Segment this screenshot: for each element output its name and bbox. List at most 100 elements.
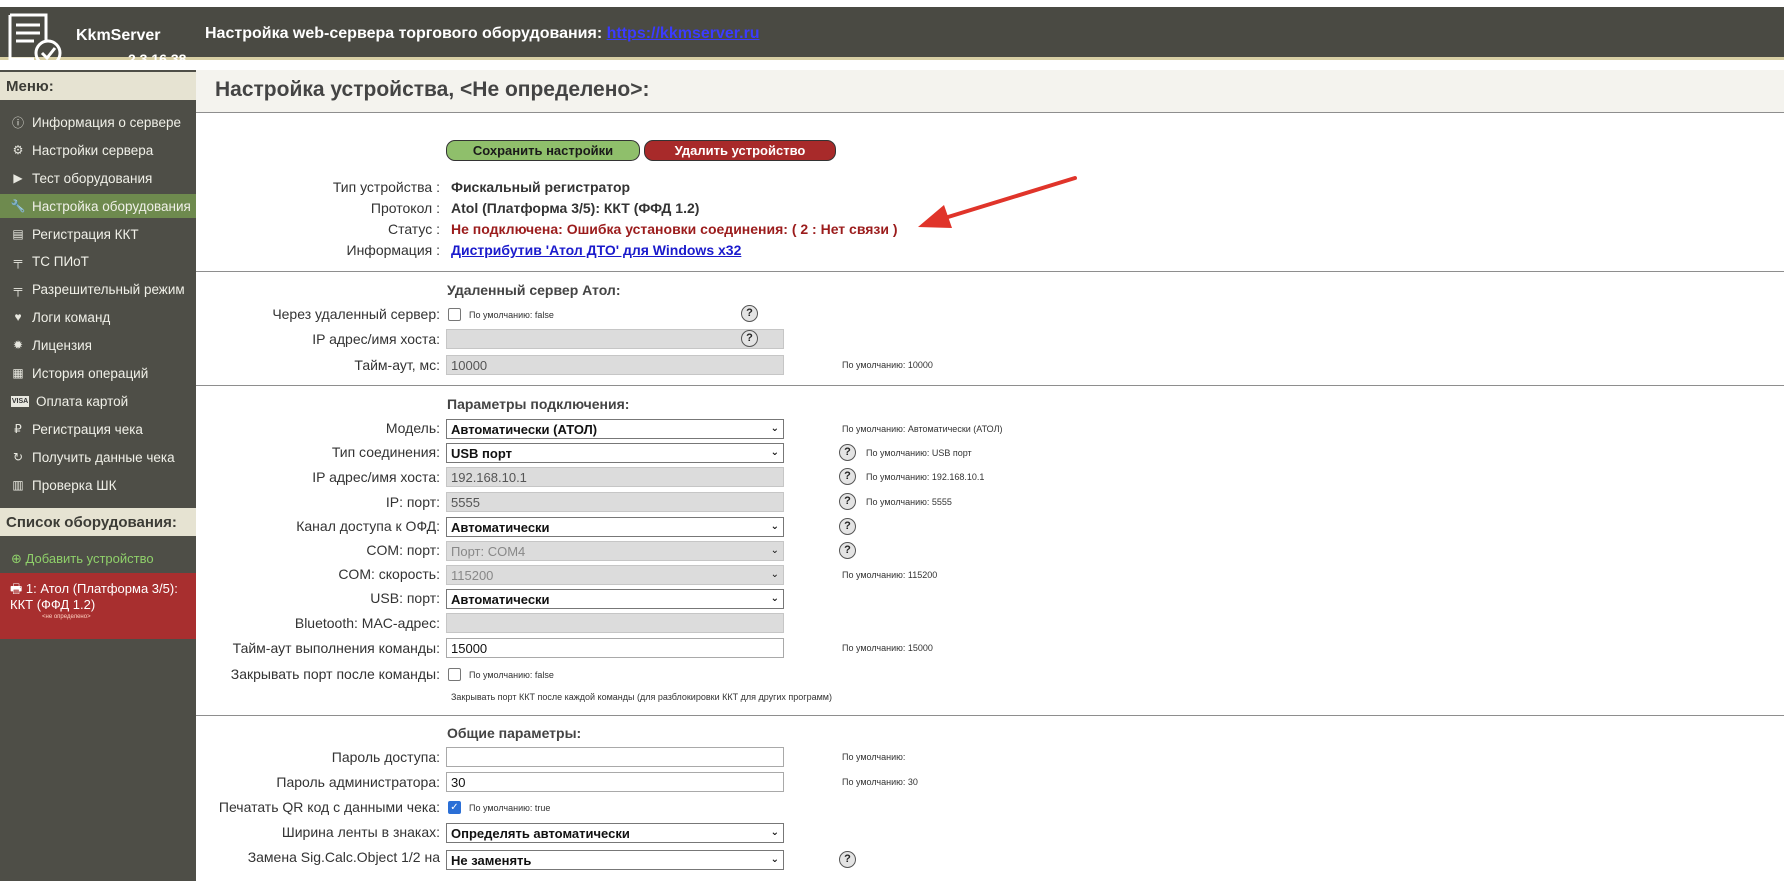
help-icon[interactable]: ?: [839, 493, 856, 510]
sidebar-item-permissive-mode[interactable]: ╤ Разрешительный режим: [0, 277, 200, 301]
device-list-item[interactable]: 🖶 1: Атол (Платформа 3/5): ККТ (ФФД 1.2)…: [0, 573, 206, 639]
bluetooth-mac-field[interactable]: [446, 613, 784, 633]
device-type-value: Фискальный регистратор: [451, 179, 631, 195]
help-icon[interactable]: ?: [839, 518, 856, 535]
via-remote-label: Через удаленный сервер:: [272, 306, 440, 322]
model-select[interactable]: Автоматически (АТОЛ) ⌄: [446, 419, 784, 439]
kkmserver-link[interactable]: https://kkmserver.ru: [607, 25, 760, 42]
delete-device-button[interactable]: Удалить устройство: [644, 140, 836, 161]
ofd-channel-label: Канал доступа к ОФД:: [296, 518, 440, 534]
sidebar-item-equipment-setup[interactable]: 🔧 Настройка оборудования: [0, 194, 206, 218]
checklist-logo-icon: [8, 13, 62, 67]
password-field[interactable]: [446, 747, 784, 767]
close-port-checkbox[interactable]: [448, 668, 461, 681]
com-speed-select[interactable]: 115200 ⌄: [446, 565, 784, 585]
sig-calc-select[interactable]: Не заменять ⌄: [446, 850, 784, 870]
app-name: KkmServer: [76, 27, 161, 44]
help-icon[interactable]: ?: [839, 851, 856, 868]
page-title-bar: Настройка устройства, <Не определено>:: [196, 70, 1784, 112]
sidebar-item-operations-history[interactable]: ▦ История операций: [0, 361, 200, 385]
close-port-label: Закрывать порт после команды:: [230, 666, 440, 682]
sidebar-item-server-info[interactable]: ⓘ Информация о сервере: [0, 110, 200, 134]
connection-type-select[interactable]: USB порт ⌄: [446, 443, 784, 463]
usb-port-select[interactable]: Автоматически ⌄: [446, 589, 784, 609]
sidebar-item-ts-piot[interactable]: ╤ ТС ПИоТ: [0, 249, 200, 273]
remote-host-label: IP адрес/имя хоста:: [312, 331, 440, 347]
password-default-note: По умолчанию:: [842, 752, 906, 762]
help-icon[interactable]: ?: [741, 305, 758, 322]
help-icon[interactable]: ?: [741, 330, 758, 347]
via-remote-checkbox[interactable]: [448, 308, 461, 321]
tape-width-select[interactable]: Определять автоматически ⌄: [446, 823, 784, 843]
command-timeout-default-note: По умолчанию: 15000: [842, 643, 933, 653]
sidebar-item-get-receipt-data[interactable]: ↻ Получить данные чека: [0, 445, 200, 469]
host-field[interactable]: 192.168.10.1: [446, 467, 784, 487]
chevron-down-icon: ⌄: [770, 593, 779, 604]
sidebar-item-label: Тест оборудования: [32, 170, 153, 186]
remote-timeout-field[interactable]: 10000: [446, 355, 784, 375]
sun-icon: ✹: [12, 338, 24, 352]
sidebar: Меню: ⓘ Информация о сервере ⚙ Настройки…: [0, 70, 206, 881]
divider: [196, 385, 1784, 386]
ip-port-field[interactable]: 5555: [446, 492, 784, 512]
add-device-link[interactable]: ⊕ Добавить устройство: [11, 551, 154, 567]
sidebar-item-label: Проверка ШК: [32, 477, 117, 493]
wrench-icon: 🔧: [10, 199, 26, 213]
sidebar-item-receipt-registration[interactable]: ₽ Регистрация чека: [0, 417, 200, 441]
print-qr-checkbox[interactable]: ✓: [448, 801, 461, 814]
help-icon[interactable]: ?: [839, 468, 856, 485]
sidebar-item-label: Настройка оборудования: [32, 198, 191, 214]
help-icon[interactable]: ?: [839, 444, 856, 461]
com-speed-label: COM: скорость:: [338, 566, 440, 582]
com-port-select[interactable]: Порт: COM4 ⌄: [446, 541, 784, 561]
help-icon[interactable]: ?: [839, 542, 856, 559]
sig-calc-label: Замена Sig.Calc.Object 1/2 на: [247, 849, 440, 865]
usb-port-label: USB: порт:: [370, 590, 440, 606]
save-settings-button[interactable]: Сохранить настройки: [446, 140, 640, 161]
print-qr-label: Печатать QR код с данными чека:: [218, 799, 440, 815]
sidebar-item-equipment-test[interactable]: ▶ Тест оборудования: [0, 166, 200, 190]
com-port-value: Порт: COM4: [451, 544, 526, 559]
remote-host-field[interactable]: [446, 329, 784, 349]
sidebar-item-command-logs[interactable]: ♥ Логи команд: [0, 305, 200, 329]
visa-icon: VISA: [11, 395, 29, 407]
sidebar-item-license[interactable]: ✹ Лицензия: [0, 333, 200, 357]
sidebar-item-barcode-check[interactable]: ▥ Проверка ШК: [0, 473, 200, 497]
sidebar-item-card-payment[interactable]: VISA Оплата картой: [0, 389, 200, 413]
connection-type-label: Тип соединения:: [331, 444, 440, 460]
sidebar-item-label: Информация о сервере: [32, 114, 181, 130]
chevron-down-icon: ⌄: [770, 521, 779, 532]
command-timeout-field[interactable]: 15000: [446, 638, 784, 658]
admin-password-default-note: По умолчанию: 30: [842, 777, 918, 787]
app-window: KkmServer 2.3.16.38 Настройка web-сервер…: [0, 0, 1784, 881]
usb-port-value: Автоматически: [451, 592, 550, 607]
ip-port-default-note: По умолчанию: 5555: [866, 497, 952, 507]
add-device-label: Добавить устройство: [25, 551, 154, 566]
header-title-text: Настройка web-сервера торгового оборудов…: [205, 25, 603, 42]
chevron-down-icon: ⌄: [770, 545, 779, 556]
signpost-icon: ╤: [13, 282, 23, 296]
sidebar-item-kkt-registration[interactable]: ▤ Регистрация ККТ: [0, 222, 200, 246]
ruble-icon: ₽: [14, 422, 22, 436]
calendar-icon: ▦: [12, 366, 24, 380]
divider: [196, 715, 1784, 716]
model-label: Модель:: [385, 420, 440, 436]
model-default-note: По умолчанию: Автоматически (АТОЛ): [842, 424, 1003, 434]
play-icon: ▶: [13, 171, 23, 185]
admin-password-field[interactable]: 30: [446, 772, 784, 792]
tape-width-label: Ширина ленты в знаках:: [281, 824, 440, 840]
sidebar-item-label: История операций: [32, 365, 149, 381]
com-port-label: COM: порт:: [366, 542, 440, 558]
close-port-default-note: По умолчанию: false: [469, 670, 554, 680]
chevron-down-icon: ⌄: [770, 854, 779, 865]
sidebar-item-server-settings[interactable]: ⚙ Настройки сервера: [0, 138, 200, 162]
device-status-note: <не определено>: [42, 614, 91, 620]
via-remote-default-note: По умолчанию: false: [469, 310, 554, 320]
ofd-channel-select[interactable]: Автоматически ⌄: [446, 517, 784, 537]
distribution-link[interactable]: Дистрибутив 'Атол ДТО' для Windows x32: [451, 242, 741, 258]
sidebar-item-label: Регистрация ККТ: [32, 226, 139, 242]
admin-password-label: Пароль администратора:: [276, 774, 440, 790]
sidebar-item-label: Получить данные чека: [32, 449, 175, 465]
bluetooth-mac-label: Bluetooth: MAC-адрес:: [294, 615, 440, 631]
top-strip: [0, 0, 1784, 7]
